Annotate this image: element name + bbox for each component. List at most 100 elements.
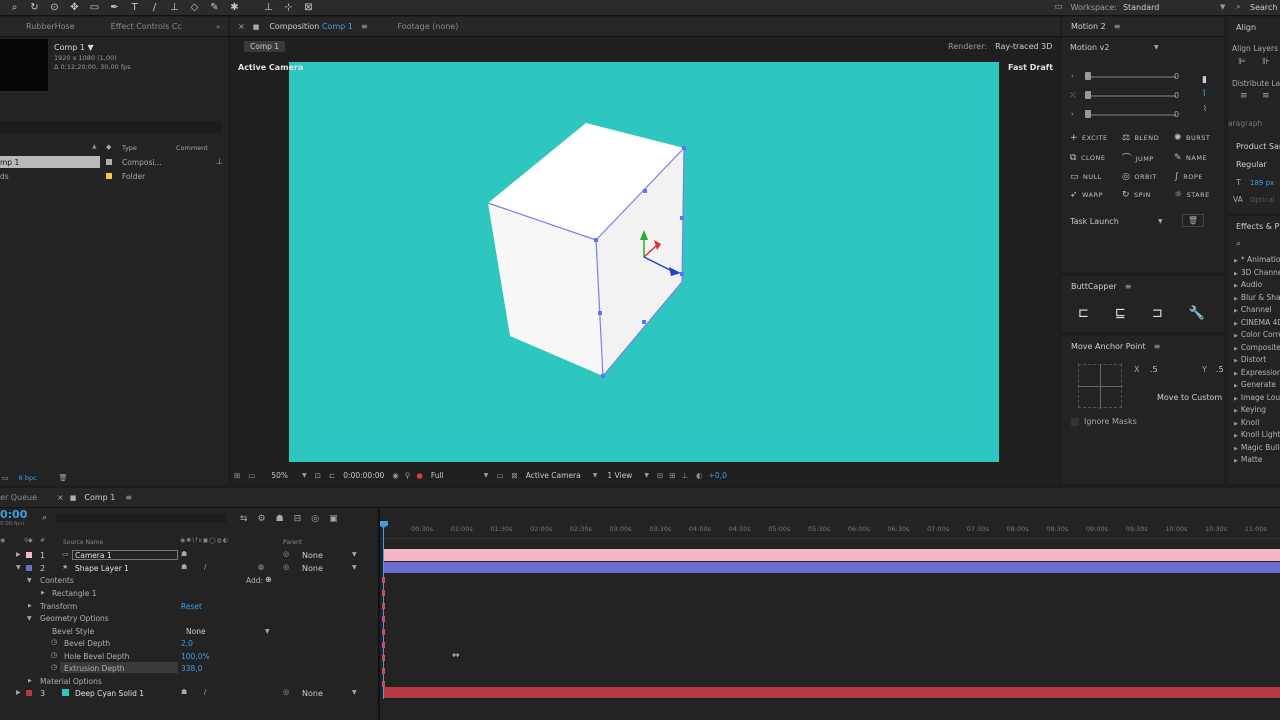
col-source-name[interactable]: Source Name [63, 539, 103, 546]
anchor-grid[interactable] [1078, 364, 1123, 409]
zoom-tool-icon[interactable]: ⌕ [8, 1, 21, 14]
effect-category[interactable]: Knoll [1234, 417, 1280, 430]
task-launch-dropdown[interactable]: Task Launch ▼ [1070, 217, 1163, 226]
resolution-value[interactable]: Full [431, 471, 444, 480]
graph-editor-icon[interactable]: ▣ [329, 514, 338, 524]
chevron-down-icon[interactable]: ▼ [644, 472, 649, 479]
transparency-grid-icon[interactable]: ⊠ [511, 471, 517, 480]
tab-comp-1[interactable]: Comp 1 [76, 493, 125, 502]
transform-arrow-icon[interactable]: ▶ [28, 603, 32, 609]
frame-blend-icon[interactable]: ⊟ [294, 514, 302, 524]
world-axis-icon[interactable]: ⊹ [282, 1, 295, 14]
trash-icon[interactable]: 🗑 [1182, 214, 1204, 227]
effect-category[interactable]: Keying [1234, 404, 1280, 417]
always-preview-icon[interactable]: ⊞ [234, 471, 240, 480]
slider-track[interactable] [1086, 114, 1176, 116]
effect-category[interactable]: Knoll Light [1234, 429, 1280, 442]
contents-arrow-icon[interactable]: ▼ [27, 577, 32, 584]
close-icon[interactable]: × [57, 493, 64, 502]
flowchart-icon[interactable]: ⊥ [216, 157, 223, 166]
shy-switch-icon[interactable]: ☗ [181, 550, 187, 558]
chevron-down-icon[interactable]: ▼ [593, 472, 598, 479]
effect-category[interactable]: * Animation [1234, 254, 1280, 267]
anchor-title[interactable]: Move Anchor Point [1071, 342, 1146, 351]
col-type[interactable]: Type [122, 144, 137, 152]
layer-bar-solid[interactable] [384, 687, 1280, 698]
bpc-label[interactable]: 8 bpc [19, 474, 37, 482]
region-icon[interactable]: ▭ [248, 471, 255, 480]
rectangle-label[interactable]: Rectangle 1 [52, 589, 97, 598]
motion-title[interactable]: Motion 2 [1071, 22, 1106, 31]
timeline-timecode[interactable]: 0:00 [0, 508, 27, 521]
chevron-down-icon[interactable]: ▼ [352, 689, 357, 696]
brush-tool-icon[interactable]: / [148, 1, 161, 14]
pickwhip-icon[interactable]: ◎ [283, 563, 289, 571]
material-options-label[interactable]: Material Options [40, 677, 102, 686]
next-icon[interactable]: › [1071, 110, 1074, 118]
blend-button[interactable]: ⚖ BLEND [1122, 133, 1174, 143]
geometry-options-label[interactable]: Geometry Options [40, 614, 109, 623]
effect-category[interactable]: 3D Channel [1234, 267, 1280, 280]
layer-row-shape[interactable]: ▼ 2 ★ Shape Layer 1 ☗ / ◍ ◎ None ▼ [0, 562, 378, 574]
quality-switch-icon[interactable]: / [204, 563, 206, 571]
transform-label[interactable]: Transform [40, 602, 77, 611]
extrusion-depth-value[interactable]: 338,0 [181, 664, 202, 673]
material-arrow-icon[interactable]: ▶ [28, 678, 32, 684]
tab-effect-controls[interactable]: Effect Controls Cc [85, 22, 192, 31]
round-cap-icon[interactable]: ⊑ [1115, 306, 1126, 321]
font-style[interactable]: Regular [1236, 160, 1267, 169]
flowchart-icon[interactable]: ⊥ [682, 471, 689, 480]
expand-arrow-icon[interactable]: ▶ [16, 551, 21, 558]
move-to-custom-button[interactable]: Move to Custom [1157, 393, 1222, 402]
eraser-icon[interactable]: ◇ [188, 1, 201, 14]
shy-icon[interactable]: ☗ [276, 514, 284, 524]
stopwatch-icon[interactable]: ◷ [51, 638, 57, 646]
contents-label[interactable]: Contents [40, 576, 74, 585]
chevron-down-icon[interactable]: ▼ [352, 564, 357, 571]
add-button-icon[interactable]: ⊕ [265, 575, 272, 584]
label-column-icon[interactable]: ◆ [106, 143, 111, 151]
layer-bar-camera[interactable] [384, 549, 1280, 561]
stare-button[interactable]: ☼ STARE [1174, 190, 1226, 200]
geometry-arrow-icon[interactable]: ▼ [27, 615, 32, 622]
name-button[interactable]: ✎ NAME [1174, 153, 1226, 163]
effect-category[interactable]: CINEMA 4D [1234, 317, 1280, 330]
exposure-value[interactable]: +0,0 [709, 471, 727, 480]
font-size-value[interactable]: 189 px [1250, 179, 1274, 187]
chevron-down-icon[interactable]: ▼ [302, 472, 307, 479]
search-label[interactable]: Search [1250, 3, 1277, 12]
layer-name[interactable]: Deep Cyan Solid 1 [75, 689, 144, 698]
menu-icon[interactable]: ≡ [361, 22, 368, 31]
orbit-button[interactable]: ◎ ORBIT [1122, 172, 1174, 182]
effects-title[interactable]: Effects & Pr [1236, 222, 1280, 231]
color-channel-icon[interactable]: ● [416, 471, 423, 480]
excite-button[interactable]: + EXCITE [1070, 133, 1122, 143]
view-axis-icon[interactable]: ⊠ [302, 1, 315, 14]
timecode[interactable]: 0:00:00:00 [343, 471, 384, 480]
sort-arrow-icon[interactable]: ▲ [92, 143, 97, 150]
null-button[interactable]: ▭ NULL [1070, 172, 1122, 182]
exposure-icon[interactable]: ◐ [696, 471, 703, 480]
menu-icon[interactable]: ≡ [125, 493, 132, 502]
rope-button[interactable]: ∫ ROPE [1174, 172, 1226, 182]
col-comment[interactable]: Comment [176, 144, 208, 152]
viewer[interactable] [289, 62, 999, 462]
snapshot-icon[interactable]: ◉ [392, 471, 399, 480]
burst-button[interactable]: ✺ BURST [1174, 133, 1226, 143]
paragraph-tab[interactable]: aragraph [1228, 119, 1262, 128]
wrench-icon[interactable]: 🔧 [1189, 306, 1205, 321]
search-icon[interactable]: ⌕ [1236, 239, 1241, 249]
distribute-center-icon[interactable]: ≡ [1262, 91, 1270, 101]
draft-3d-icon[interactable]: ⚙ [258, 514, 266, 524]
chevron-down-icon[interactable]: ▼ [484, 472, 489, 479]
bevel-depth-value[interactable]: 2,0 [181, 639, 193, 648]
jump-button[interactable]: ⌒ JUMP [1122, 151, 1174, 164]
rotate-tool-icon[interactable]: ↻ [28, 1, 41, 14]
slider-value[interactable]: 0 [1174, 72, 1179, 81]
motion-dropdown[interactable]: Motion v2 ▼ [1070, 43, 1170, 52]
slider-value[interactable]: 0 [1174, 110, 1179, 119]
type-tool-icon[interactable]: T [128, 1, 141, 14]
chevron-down-icon[interactable]: ▼ [265, 628, 270, 635]
expand-icon[interactable]: ⤫ [1070, 91, 1076, 100]
slider-knob[interactable] [1085, 72, 1091, 80]
